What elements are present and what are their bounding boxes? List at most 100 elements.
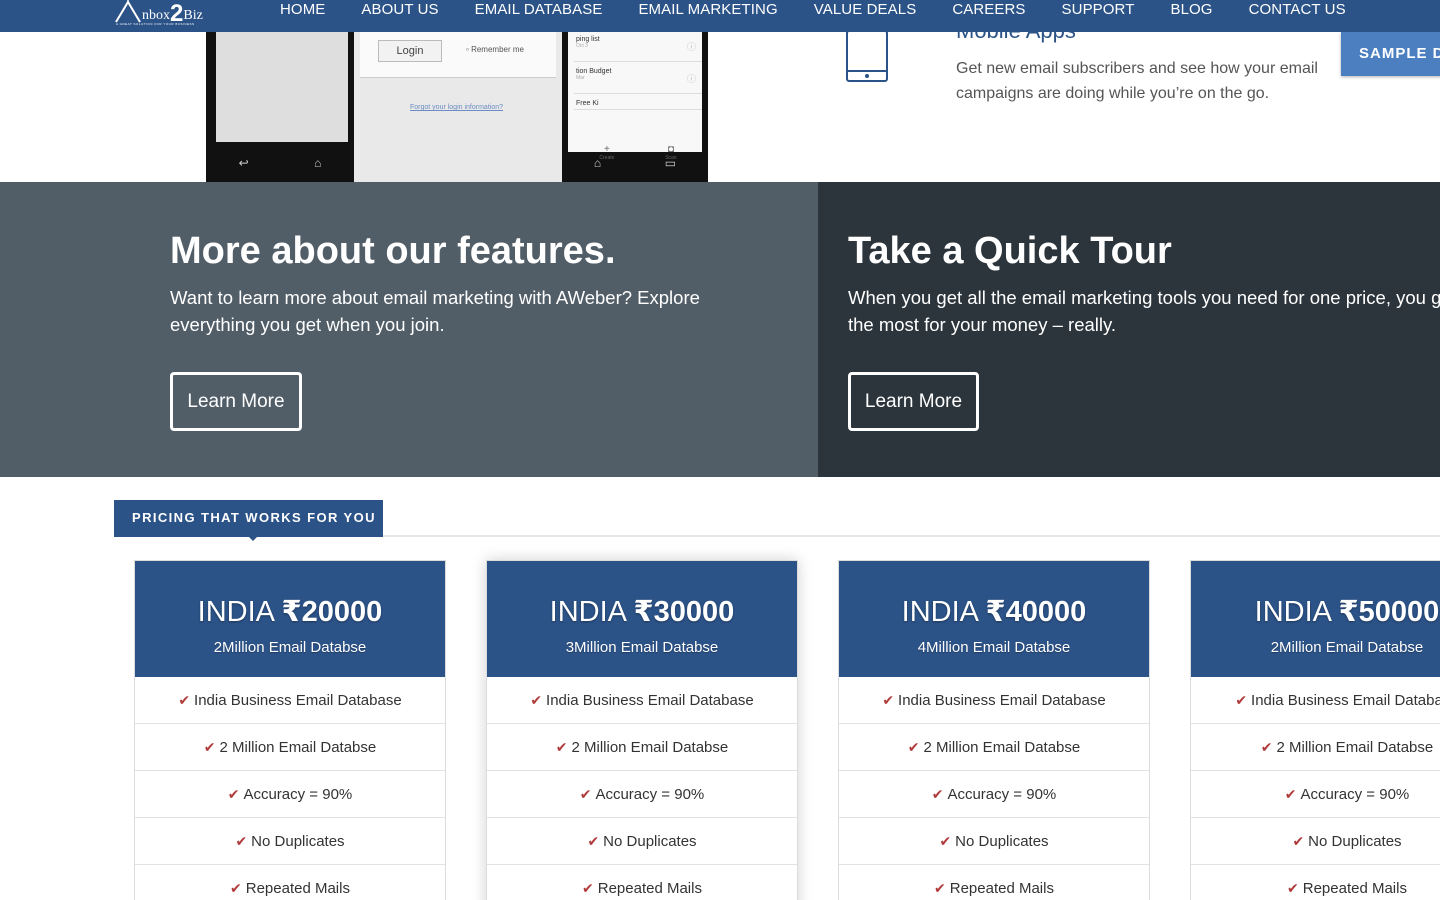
home-key-icon: ⌂ [593, 156, 602, 170]
phone-mockup-center: Login ▫ Remember me Forgot your login in… [354, 32, 564, 182]
phone-screen: ping list Oct 3 ⓘ tion Budget Mar ⓘ Free Ki … [568, 32, 702, 161]
features-text: Want to learn more about email marketing… [170, 287, 700, 335]
plan-price: INDIA ₹20000 [197, 596, 383, 628]
features-learn-more-button[interactable]: Learn More [170, 372, 302, 431]
pricing-divider [383, 535, 1440, 537]
features-banner: More about our features. Want to learn m… [0, 182, 818, 477]
nav-careers[interactable]: CAREERS [934, 0, 1043, 20]
check-icon: ✔ [1260, 739, 1273, 755]
plan-feature: ✔ Repeated Mails [839, 865, 1149, 900]
plan-subtitle: 2Million Email Databse [213, 639, 367, 656]
mobile-apps-section: ↩ ⌂ Login ▫ Remember me Forgot your login… [0, 32, 1440, 182]
quick-tour-title: Take a Quick Tour [848, 230, 1172, 272]
plan-feature: ✔ Accuracy = 90% [487, 771, 797, 818]
plan-subtitle: 3Million Email Databse [565, 639, 719, 656]
nav-support[interactable]: SUPPORT [1044, 0, 1153, 20]
check-icon: ✔ [227, 786, 240, 802]
check-icon: ✔ [939, 833, 952, 849]
phone-mockup-right: ping list Oct 3 ⓘ tion Budget Mar ⓘ Free Ki … [562, 32, 708, 182]
pricing-plan-50000[interactable]: INDIA ₹50000 2Million Email Databse ✔ Ind… [1190, 560, 1440, 900]
mobile-apps-description: Get new email subscribers and see how yo… [956, 60, 1318, 102]
info-icon: ⓘ [686, 74, 696, 84]
check-icon: ✔ [587, 833, 600, 849]
check-icon: ✔ [1292, 833, 1305, 849]
plan-feature: ✔ Repeated Mails [135, 865, 445, 900]
logo-tagline: A GREAT SOLUTION FOR YOUR BUSINESS [116, 22, 195, 26]
plan-header: INDIA ₹50000 2Million Email Databse [1191, 561, 1440, 677]
plan-feature: ✔ India Business Email Database [839, 677, 1149, 724]
nav-email-marketing[interactable]: EMAIL MARKETING [620, 0, 795, 20]
nav-value-deals[interactable]: VALUE DEALS [796, 0, 935, 20]
list-item: Free Ki [574, 96, 702, 110]
info-icon: ⓘ [686, 42, 696, 52]
plan-feature: ✔ 2 Million Email Databse [487, 724, 797, 771]
features-title: More about our features. [170, 230, 616, 272]
plan-price: INDIA ₹30000 [549, 596, 735, 628]
check-icon: ✔ [579, 786, 592, 802]
check-icon: ✔ [1284, 786, 1297, 802]
check-icon: ✔ [1235, 692, 1248, 708]
plan-feature: ✔ No Duplicates [487, 818, 797, 865]
check-icon: ✔ [178, 692, 191, 708]
pricing-divider-active [114, 535, 383, 537]
nav-blog[interactable]: BLOG [1152, 0, 1230, 20]
check-icon: ✔ [555, 739, 568, 755]
back-icon: ↩ [238, 156, 249, 170]
phone-mockup-left: ↩ ⌂ [206, 32, 354, 182]
mobile-apps-title: Mobile Apps [956, 32, 1076, 44]
plan-feature: ✔ No Duplicates [135, 818, 445, 865]
recent-apps-icon: ▭ [664, 156, 677, 170]
mock-remember-me: ▫ Remember me [466, 45, 524, 54]
nav-about-us[interactable]: ABOUT US [343, 0, 456, 20]
plan-subtitle: 4Million Email Databse [917, 639, 1071, 656]
nav-contact-us[interactable]: CONTACT US [1231, 0, 1364, 20]
mock-login-button: Login [378, 40, 442, 62]
main-menu: HOME ABOUT US EMAIL DATABASE EMAIL MARKE… [262, 0, 1364, 20]
home-key-icon: ⌂ [314, 156, 322, 170]
list-item: ping list Oct 3 ⓘ [574, 32, 702, 62]
plan-header: INDIA ₹20000 2Million Email Databse [135, 561, 445, 677]
camera-icon: ◘ [667, 144, 674, 155]
plan-feature: ✔ No Duplicates [1191, 818, 1440, 865]
plan-feature: ✔ India Business Email Database [1191, 677, 1440, 724]
plus-icon: + [603, 144, 610, 155]
check-icon: ✔ [934, 880, 946, 896]
plan-feature: ✔ Repeated Mails [1191, 865, 1440, 900]
pricing-plan-20000[interactable]: INDIA ₹20000 2Million Email Databse ✔ Ind… [134, 560, 446, 900]
check-icon: ✔ [203, 739, 216, 755]
plan-header: INDIA ₹40000 4Million Email Databse [839, 561, 1149, 677]
nav-home[interactable]: HOME [262, 0, 343, 20]
phone-screen [216, 32, 348, 142]
plan-feature: ✔ Accuracy = 90% [1191, 771, 1440, 818]
pricing-plan-40000[interactable]: INDIA ₹40000 4Million Email Databse ✔ Ind… [838, 560, 1150, 900]
plan-feature: ✔ 2 Million Email Databse [839, 724, 1149, 771]
check-icon: ✔ [1287, 880, 1299, 896]
quick-tour-banner: Take a Quick Tour When you get all the e… [818, 182, 1440, 477]
phone-softkeys: ⌂ ▭ [562, 156, 708, 170]
nav-email-database[interactable]: EMAIL DATABASE [457, 0, 621, 20]
check-icon: ✔ [907, 739, 920, 755]
check-icon: ✔ [530, 692, 543, 708]
check-icon: ✔ [931, 786, 944, 802]
top-nav: nbox2Biz A GREAT SOLUTION FOR YOUR BUSIN… [0, 0, 1440, 32]
plan-feature: ✔ 2 Million Email Databse [135, 724, 445, 771]
plan-price: INDIA ₹40000 [901, 596, 1087, 628]
phones-image: ↩ ⌂ Login ▫ Remember me Forgot your login… [206, 32, 708, 182]
pricing-plan-30000[interactable]: INDIA ₹30000 3Million Email Databse ✔ Ind… [486, 560, 798, 900]
mock-forgot-link: Forgot your login information? [410, 104, 503, 111]
plan-feature: ✔ 2 Million Email Databse [1191, 724, 1440, 771]
plan-feature: ✔ India Business Email Database [487, 677, 797, 724]
site-logo[interactable]: nbox2Biz A GREAT SOLUTION FOR YOUR BUSIN… [114, 0, 218, 30]
plan-feature: ✔ Accuracy = 90% [135, 771, 445, 818]
list-item: tion Budget Mar ⓘ [574, 64, 702, 94]
login-card: Login ▫ Remember me [360, 32, 556, 78]
sample-data-button[interactable]: SAMPLE DATA [1341, 32, 1440, 76]
quick-tour-learn-more-button[interactable]: Learn More [848, 372, 979, 431]
plan-feature: ✔ Repeated Mails [487, 865, 797, 900]
plan-feature: ✔ No Duplicates [839, 818, 1149, 865]
check-icon: ✔ [230, 880, 242, 896]
pricing-tab[interactable]: PRICING THAT WORKS FOR YOU [114, 500, 383, 541]
plan-subtitle: 2Million Email Databse [1270, 639, 1424, 656]
check-icon: ✔ [882, 692, 895, 708]
plan-price: INDIA ₹50000 [1254, 596, 1440, 628]
